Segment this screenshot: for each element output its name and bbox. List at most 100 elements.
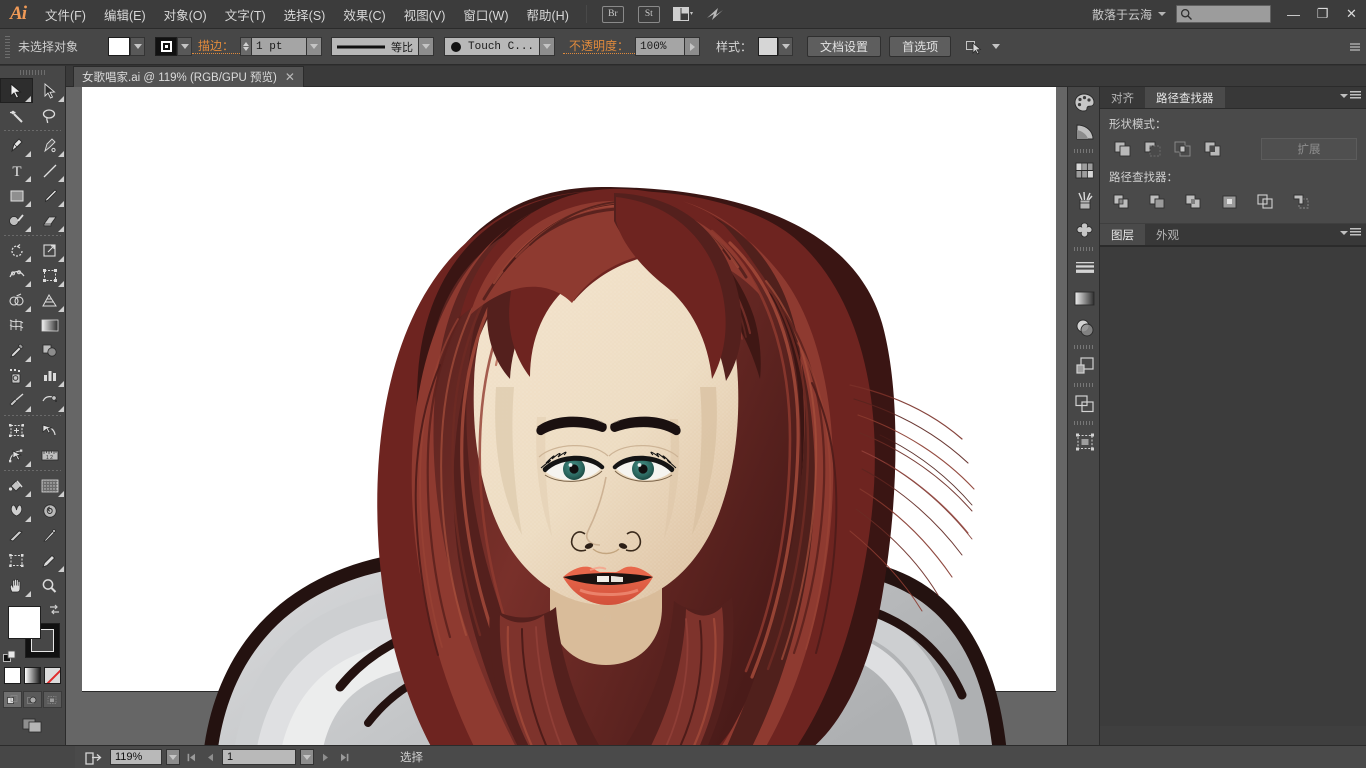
zoom-level-field[interactable]: 119% [110, 749, 162, 765]
knife-tool[interactable] [0, 523, 33, 548]
stroke-profile-dropdown[interactable] [419, 37, 434, 56]
control-bar-grip[interactable] [0, 29, 14, 65]
expand-button[interactable]: 扩展 [1261, 138, 1357, 160]
color-button[interactable] [4, 667, 21, 684]
preferences-button[interactable]: 首选项 [889, 36, 951, 57]
graphic-style-swatch[interactable] [758, 37, 778, 56]
screen-mode-button[interactable] [0, 716, 65, 734]
eraser-tool[interactable] [33, 208, 66, 233]
opacity-dropdown[interactable] [685, 37, 700, 56]
bridge-button[interactable]: Br [602, 6, 624, 23]
brushes-panel-icon[interactable] [1068, 185, 1101, 215]
live-paint-bucket-tool[interactable] [0, 473, 33, 498]
unite-button[interactable] [1109, 138, 1135, 160]
minus-back-button[interactable] [1289, 191, 1315, 213]
lasso-tool[interactable] [33, 103, 66, 128]
zoom-tool[interactable] [33, 573, 66, 598]
search-box[interactable] [1176, 5, 1271, 23]
gradient-tool[interactable] [33, 313, 66, 338]
menu-window[interactable]: 窗口(W) [454, 0, 517, 29]
column-graph-tool[interactable] [33, 363, 66, 388]
graphic-style-dropdown[interactable] [778, 37, 793, 56]
creative-cloud-icon[interactable] [705, 6, 725, 22]
crop-button[interactable] [1217, 191, 1243, 213]
next-page-icon[interactable] [318, 749, 333, 765]
default-fill-stroke-icon[interactable] [3, 650, 16, 663]
width-tool[interactable] [0, 263, 33, 288]
stock-button[interactable]: St [638, 6, 660, 23]
tab-layers[interactable]: 图层 [1100, 224, 1145, 245]
puppet-warp-tool[interactable] [33, 388, 66, 413]
draw-normal-mode-button[interactable] [3, 691, 22, 708]
menu-view[interactable]: 视图(V) [395, 0, 455, 29]
spiral-tool[interactable] [33, 498, 66, 523]
export-selection-icon[interactable] [81, 750, 106, 765]
rotate-tool[interactable] [0, 238, 33, 263]
artboard-tool[interactable] [0, 418, 33, 443]
artwork-vector-portrait[interactable] [82, 87, 1056, 745]
mesh-tool[interactable] [0, 313, 33, 338]
close-button[interactable]: ✕ [1337, 4, 1366, 24]
none-button[interactable] [44, 667, 61, 684]
menu-help[interactable]: 帮助(H) [518, 0, 578, 29]
eyedropper-tool[interactable] [0, 338, 33, 363]
minimize-button[interactable]: — [1279, 4, 1308, 24]
type-tool[interactable]: T [0, 158, 33, 183]
menu-effect[interactable]: 效果(C) [334, 0, 394, 29]
tab-pathfinder[interactable]: 路径查找器 [1145, 87, 1225, 108]
gradient-panel-icon[interactable] [1068, 283, 1101, 313]
color-panel-icon[interactable] [1068, 87, 1101, 117]
line-segment-tool[interactable] [33, 158, 66, 183]
live-paint-selection-tool[interactable] [33, 473, 66, 498]
shape-builder-tool[interactable] [0, 288, 33, 313]
search-input[interactable] [1193, 8, 1270, 20]
direct-selection-tool[interactable] [33, 78, 66, 103]
layers-panel-body[interactable] [1100, 246, 1366, 726]
swap-fill-stroke-icon[interactable] [48, 603, 61, 619]
free-transform-tool[interactable] [33, 263, 66, 288]
brush-definition-combo[interactable]: Touch C... [444, 37, 540, 56]
shaper-tool[interactable] [0, 208, 33, 233]
menu-object[interactable]: 对象(O) [155, 0, 216, 29]
prev-page-icon[interactable] [203, 749, 218, 765]
document-tab[interactable]: 女歌唱家.ai @ 119% (RGB/GPU 预览) ✕ [73, 66, 304, 87]
stroke-profile-combo[interactable]: 等比 [331, 37, 419, 56]
workspace-switcher[interactable]: 散落于云海 [1086, 6, 1158, 23]
canvas-viewport[interactable] [66, 87, 1083, 745]
fill-color-indicator[interactable] [8, 606, 41, 639]
artboards-panel-icon[interactable] [1068, 427, 1101, 457]
menu-edit[interactable]: 编辑(E) [95, 0, 155, 29]
curvature-tool[interactable] [33, 133, 66, 158]
stroke-panel-icon[interactable] [1068, 253, 1101, 283]
stroke-weight-field[interactable]: 1 pt [251, 37, 307, 56]
brush-definition-dropdown[interactable] [540, 37, 555, 56]
tab-align[interactable]: 对齐 [1100, 87, 1145, 108]
panel-menu-icon[interactable] [1340, 228, 1361, 237]
toolbar-grip[interactable] [0, 66, 65, 78]
merge-button[interactable] [1181, 191, 1207, 213]
stroke-weight-dropdown[interactable] [307, 37, 322, 56]
layers-panel-icon[interactable] [1068, 389, 1101, 419]
stroke-weight-stepper[interactable] [240, 37, 251, 56]
trim-button[interactable] [1145, 191, 1171, 213]
last-page-icon[interactable] [337, 749, 352, 765]
perspective-grid-tool[interactable] [33, 288, 66, 313]
page-number-field[interactable]: 1 [222, 749, 296, 765]
pen-tool[interactable] [0, 133, 33, 158]
menu-file[interactable]: 文件(F) [36, 0, 95, 29]
paintbrush-tool[interactable] [33, 183, 66, 208]
slice-tool[interactable] [0, 388, 33, 413]
page-number-dropdown[interactable] [300, 749, 314, 765]
menu-type[interactable]: 文字(T) [216, 0, 275, 29]
exclude-button[interactable] [1199, 138, 1225, 160]
opacity-field[interactable]: 100% [635, 37, 685, 56]
outline-button[interactable] [1253, 191, 1279, 213]
arrange-documents-icon[interactable] [673, 7, 693, 22]
maximize-button[interactable]: ❐ [1308, 4, 1337, 24]
scissors-tool[interactable] [33, 523, 66, 548]
color-guide-panel-icon[interactable] [1068, 117, 1101, 147]
slice-select-tool[interactable] [33, 418, 66, 443]
scale-tool[interactable] [33, 238, 66, 263]
pencil-tool[interactable] [33, 548, 66, 573]
first-page-icon[interactable] [184, 749, 199, 765]
